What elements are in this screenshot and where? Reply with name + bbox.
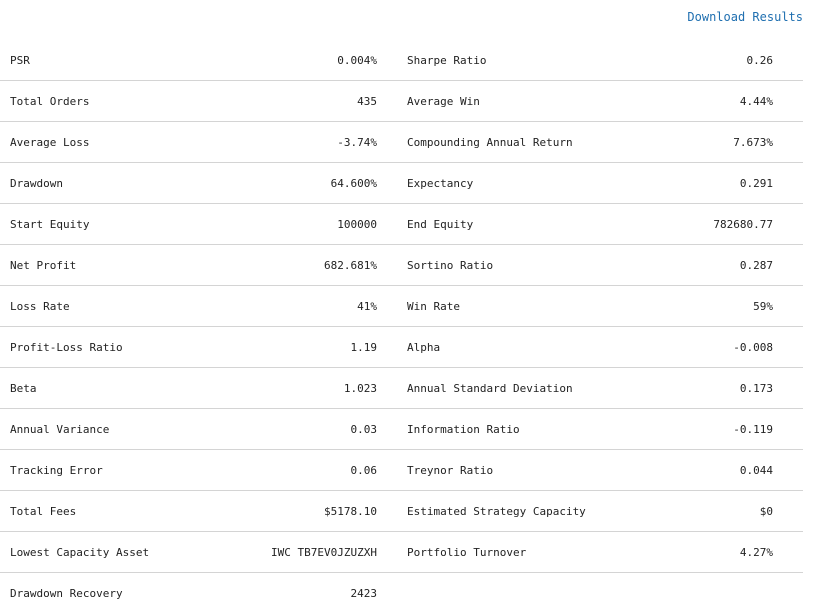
stat-value: 1.19: [350, 340, 378, 354]
stat-value: 4.44%: [739, 94, 773, 108]
stat-label: Drawdown: [10, 176, 63, 190]
stat-value: $0: [759, 504, 773, 518]
download-results-link[interactable]: Download Results: [687, 10, 803, 24]
stats-row-loss-rate: Loss Rate 41% Win Rate 59%: [0, 286, 803, 327]
stat-label: Information Ratio: [407, 422, 520, 436]
stat-value: 0.03: [350, 422, 378, 436]
stat-label: Annual Variance: [10, 422, 110, 436]
stats-row-psr: PSR 0.004% Sharpe Ratio 0.26: [0, 40, 803, 81]
stat-value: 682.681%: [324, 258, 377, 272]
stat-value: 0.004%: [337, 53, 377, 67]
stats-row-annual-variance: Annual Variance 0.03 Information Ratio -…: [0, 409, 803, 450]
stat-value: 0.173: [739, 381, 773, 395]
stat-label: Win Rate: [407, 299, 460, 313]
stat-value: 1.023: [343, 381, 377, 395]
stat-label: Sortino Ratio: [407, 258, 494, 272]
stats-row-drawdown-recovery: Drawdown Recovery 2423: [0, 573, 803, 613]
stat-label: Estimated Strategy Capacity: [407, 504, 586, 518]
stat-value: -0.008: [733, 340, 773, 354]
stats-row-average-loss: Average Loss -3.74% Compounding Annual R…: [0, 122, 803, 163]
stat-label: Net Profit: [10, 258, 77, 272]
stat-value: 782680.77: [713, 217, 773, 231]
stat-value: 4.27%: [739, 545, 773, 559]
stat-label: End Equity: [407, 217, 474, 231]
stat-label: Annual Standard Deviation: [407, 381, 573, 395]
stat-label: PSR: [10, 53, 30, 67]
stats-row-start-equity: Start Equity 100000 End Equity 782680.77: [0, 204, 803, 245]
stats-row-net-profit: Net Profit 682.681% Sortino Ratio 0.287: [0, 245, 803, 286]
stat-label: Average Win: [407, 94, 480, 108]
stat-label: Start Equity: [10, 217, 90, 231]
stat-value: $5178.10: [324, 504, 377, 518]
stat-label: Portfolio Turnover: [407, 545, 527, 559]
stat-label: Tracking Error: [10, 463, 103, 477]
stat-label: [378, 573, 618, 613]
stats-row-profit-loss-ratio: Profit-Loss Ratio 1.19 Alpha -0.008: [0, 327, 803, 368]
stat-value: 0.044: [739, 463, 773, 477]
stat-label: Total Fees: [10, 504, 77, 518]
stats-row-tracking-error: Tracking Error 0.06 Treynor Ratio 0.044: [0, 450, 803, 491]
stat-value: [618, 573, 774, 613]
stat-value: 41%: [357, 299, 377, 313]
stat-value: 7.673%: [733, 135, 773, 149]
stat-value: 64.600%: [330, 176, 377, 190]
stat-value: 0.287: [739, 258, 773, 272]
stat-value: 0.06: [350, 463, 378, 477]
stat-label: Beta: [10, 381, 37, 395]
stat-label: Average Loss: [10, 135, 90, 149]
stat-value: IWC TB7EV0JZUZXH: [271, 545, 377, 559]
stat-value: 59%: [753, 299, 773, 313]
stat-value: 0.291: [739, 176, 773, 190]
stat-value: 2423: [350, 586, 378, 600]
stat-label: Drawdown Recovery: [10, 586, 123, 600]
stat-label: Expectancy: [407, 176, 474, 190]
stat-value: -0.119: [733, 422, 773, 436]
stats-row-lowest-capacity-asset: Lowest Capacity Asset IWC TB7EV0JZUZXH P…: [0, 532, 803, 573]
stat-label: Total Orders: [10, 94, 90, 108]
statistics-table: PSR 0.004% Sharpe Ratio 0.26 Total Order…: [0, 40, 803, 613]
stats-row-drawdown: Drawdown 64.600% Expectancy 0.291: [0, 163, 803, 204]
stat-value: -3.74%: [337, 135, 377, 149]
stat-value: 100000: [337, 217, 377, 231]
stat-value: 0.26: [746, 53, 774, 67]
stat-label: Alpha: [407, 340, 441, 354]
stats-row-total-orders: Total Orders 435 Average Win 4.44%: [0, 81, 803, 122]
stats-row-beta: Beta 1.023 Annual Standard Deviation 0.1…: [0, 368, 803, 409]
stat-label: Compounding Annual Return: [407, 135, 573, 149]
stat-value: 435: [357, 94, 377, 108]
stats-row-total-fees: Total Fees $5178.10 Estimated Strategy C…: [0, 491, 803, 532]
stat-label: Profit-Loss Ratio: [10, 340, 123, 354]
stat-label: Sharpe Ratio: [407, 53, 487, 67]
stat-label: Treynor Ratio: [407, 463, 494, 477]
stat-label: Lowest Capacity Asset: [10, 545, 150, 559]
stat-label: Loss Rate: [10, 299, 70, 313]
